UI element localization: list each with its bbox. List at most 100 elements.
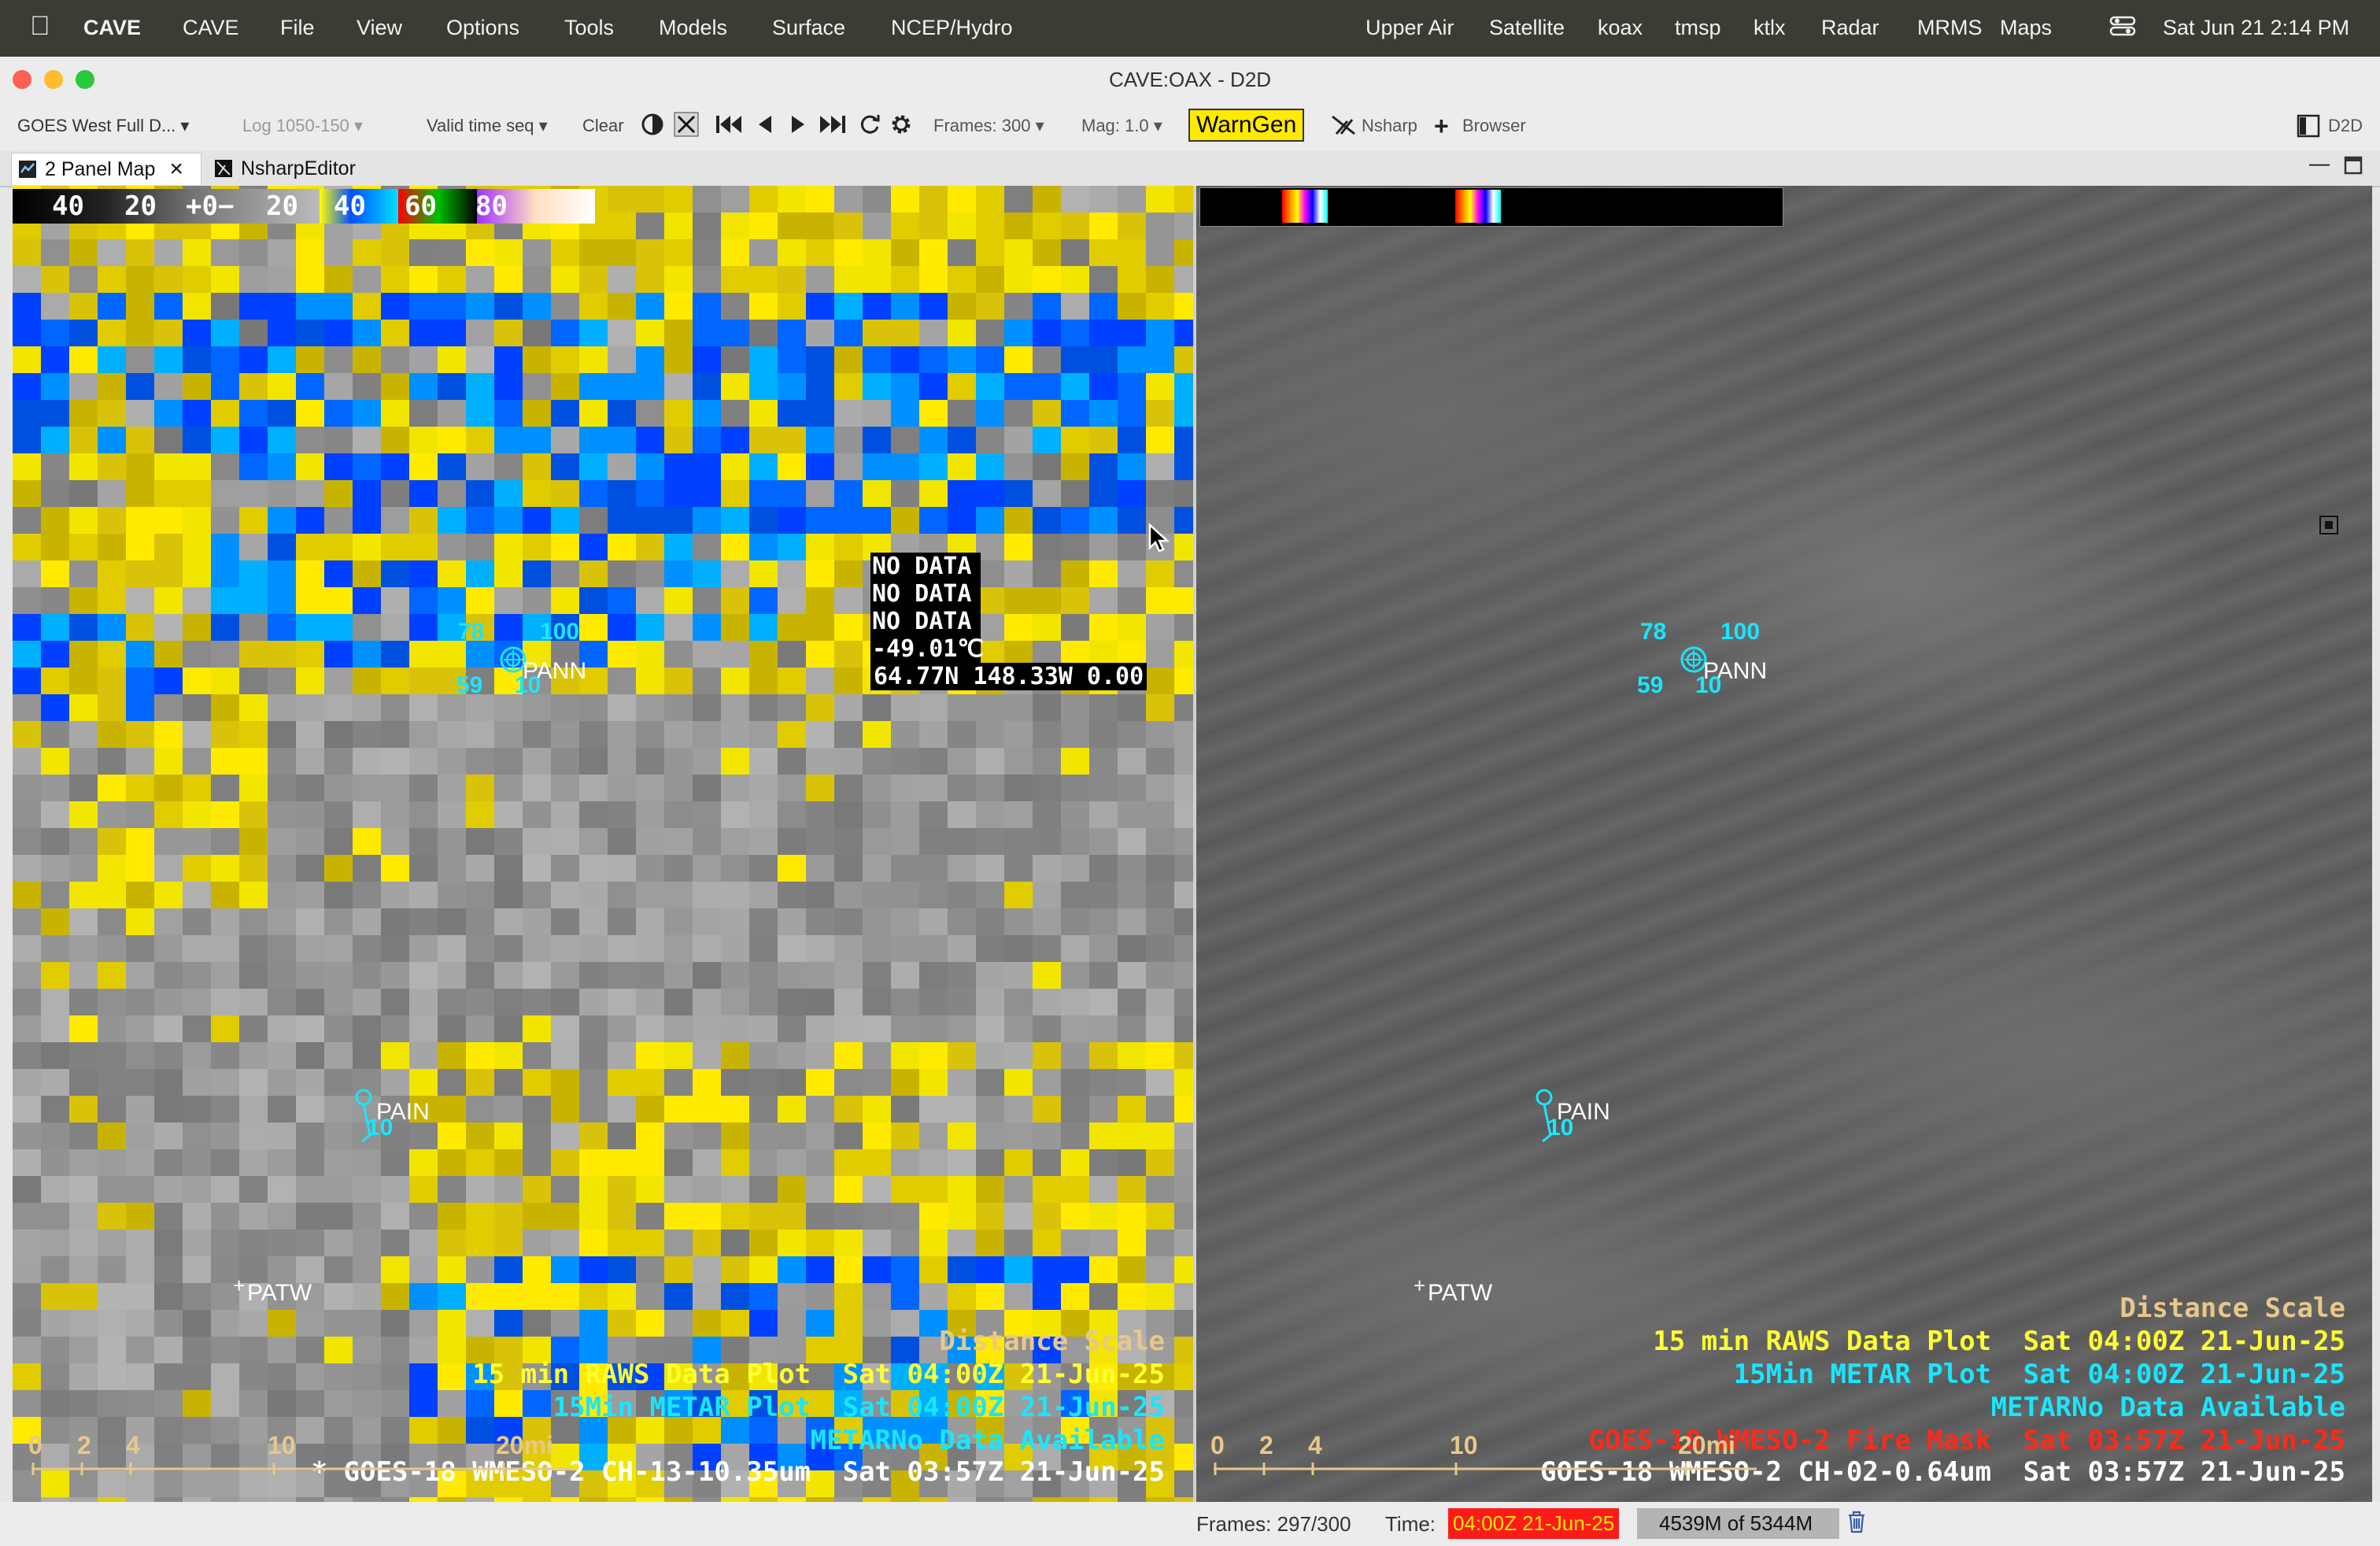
menu-tools[interactable]: Tools [564,16,614,40]
pixel-cell [154,507,183,534]
pixel-cell [381,373,409,400]
pixel-cell [268,293,296,320]
pixel-cell [778,1149,806,1176]
menu-upper-air[interactable]: Upper Air [1366,16,1454,40]
legend-metar-nodata[interactable]: METARNo Data Available [811,1425,1165,1456]
menu-view[interactable]: View [357,16,402,40]
menu-satellite[interactable]: Satellite [1489,16,1565,40]
pixel-cell [438,962,466,989]
pixel-cell [749,1176,778,1203]
pixel-cell [239,293,268,320]
first-frame-icon[interactable] [715,113,743,141]
nsharp-button[interactable]: Nsharp [1362,116,1417,136]
pixel-cell [1118,855,1146,882]
step-back-icon[interactable] [756,113,774,141]
legend-raws[interactable]: 15 min RAWS Data Plot Sat 04:00Z 21-Jun-… [1653,1326,2345,1357]
menu-ncep-hydro[interactable]: NCEP/Hydro [891,16,1013,40]
pixel-cell [98,320,126,346]
pixel-cell [438,882,466,908]
legend-distance-scale[interactable]: Distance Scale [939,1326,1165,1357]
menubar-clock[interactable]: Sat Jun 21 2:14 PM [2163,16,2349,40]
pixel-cell [834,1149,863,1176]
pixel-cell [1089,1230,1118,1256]
trash-icon[interactable] [1846,1510,1867,1539]
pixel-cell [296,1096,324,1123]
pixel-cell [13,882,41,908]
clear-button[interactable]: Clear [582,116,624,136]
pixel-cell [608,1283,636,1310]
pixel-cell [466,560,494,587]
mag-dropdown[interactable]: Mag: 1.0 ▾ [1081,116,1162,136]
pixel-cell [466,962,494,989]
legend-metar-nodata[interactable]: METARNo Data Available [1991,1392,2345,1423]
pixel-cell [268,266,296,293]
pixel-cell [523,908,551,935]
menu-tmsp[interactable]: tmsp [1675,16,1721,40]
legend-metar[interactable]: 15Min METAR Plot Sat 04:00Z 21-Jun-25 [1734,1359,2345,1390]
pixel-cell [778,1283,806,1310]
left-map-panel[interactable]: 40 20 +0− 20 40 60 80 NO DATA NO DATA NO… [13,186,1193,1502]
pixel-cell [1004,855,1033,882]
pixel-cell [1089,694,1118,721]
station-id-patw[interactable]: PATW [247,1280,312,1307]
perspective-d2d-label[interactable]: D2D [2328,116,2363,136]
menu-cave[interactable]: CAVE [183,16,239,40]
pixel-cell [98,614,126,641]
pixel-cell [211,453,239,480]
menu-koax[interactable]: koax [1598,16,1643,40]
legend-raws[interactable]: 15 min RAWS Data Plot Sat 04:00Z 21-Jun-… [472,1359,1165,1390]
close-tab-icon[interactable]: × [169,156,183,183]
frames-dropdown[interactable]: Frames: 300 ▾ [933,116,1044,136]
valid-time-dropdown[interactable]: Valid time seq ▾ [427,116,548,136]
product-dropdown[interactable]: GOES West Full D... ▾ [17,116,189,136]
pixel-cell [664,908,693,935]
pixel-cell [41,293,69,320]
pixel-cell [211,614,239,641]
minimize-pane-icon[interactable]: — [2309,151,2330,176]
tab-2-panel-map[interactable]: 2 Panel Map × [11,153,201,185]
right-map-panel[interactable]: 78 100 PANN 59 10 PAIN 10 + PATW Distanc… [1196,186,2372,1502]
warngen-button[interactable]: WarnGen [1188,109,1305,142]
tab-nsharpeditor[interactable]: NsharpEditor [211,153,408,184]
legend-distance-scale[interactable]: Distance Scale [2119,1293,2345,1324]
pixel-cell [834,293,863,320]
loop-properties-gear-icon[interactable] [889,113,913,141]
pixel-cell [976,1230,1004,1256]
contrast-icon[interactable] [641,113,664,141]
pixel-cell [154,694,183,721]
menu-radar[interactable]: Radar [1821,16,1879,40]
menu-mrms[interactable]: MRMS [1917,16,1983,40]
menu-models[interactable]: Models [659,16,727,40]
pixel-cell [353,320,381,346]
pixel-cell [324,1337,353,1363]
pixel-cell [1033,1230,1061,1256]
pixel-cell [608,346,636,373]
loop-icon[interactable] [858,113,881,141]
browser-button[interactable]: Browser [1462,116,1526,136]
fit-extent-icon[interactable] [674,112,699,142]
menu-options[interactable]: Options [446,16,519,40]
pixel-cell [239,989,268,1015]
menu-ktlx[interactable]: ktlx [1754,16,1786,40]
browser-plus-icon[interactable]: + [1434,112,1449,141]
menu-app-cave[interactable]: CAVE [83,16,141,40]
step-forward-icon[interactable] [789,113,808,141]
pixel-cell [381,480,409,507]
pixel-cell [693,641,721,668]
pixel-cell [98,775,126,801]
pixel-cell [41,560,69,587]
menu-maps[interactable]: Maps [2000,16,2052,40]
menu-file[interactable]: File [280,16,315,40]
perspective-icon[interactable] [2297,114,2320,142]
log-dropdown[interactable]: Log 1050-150 ▾ [242,116,363,136]
menu-surface[interactable]: Surface [772,16,845,40]
pixel-cell [126,1310,154,1337]
apple-icon[interactable]:  [30,11,50,42]
pixel-cell [579,721,608,748]
last-frame-icon[interactable] [819,113,847,141]
control-center-icon[interactable] [2109,13,2136,45]
nsharp-icon[interactable] [1330,113,1357,142]
station-id-patw[interactable]: PATW [1428,1280,1492,1307]
maximize-pane-icon[interactable] [2344,156,2363,180]
legend-metar[interactable]: 15Min METAR Plot Sat 04:00Z 21-Jun-25 [553,1392,1165,1423]
